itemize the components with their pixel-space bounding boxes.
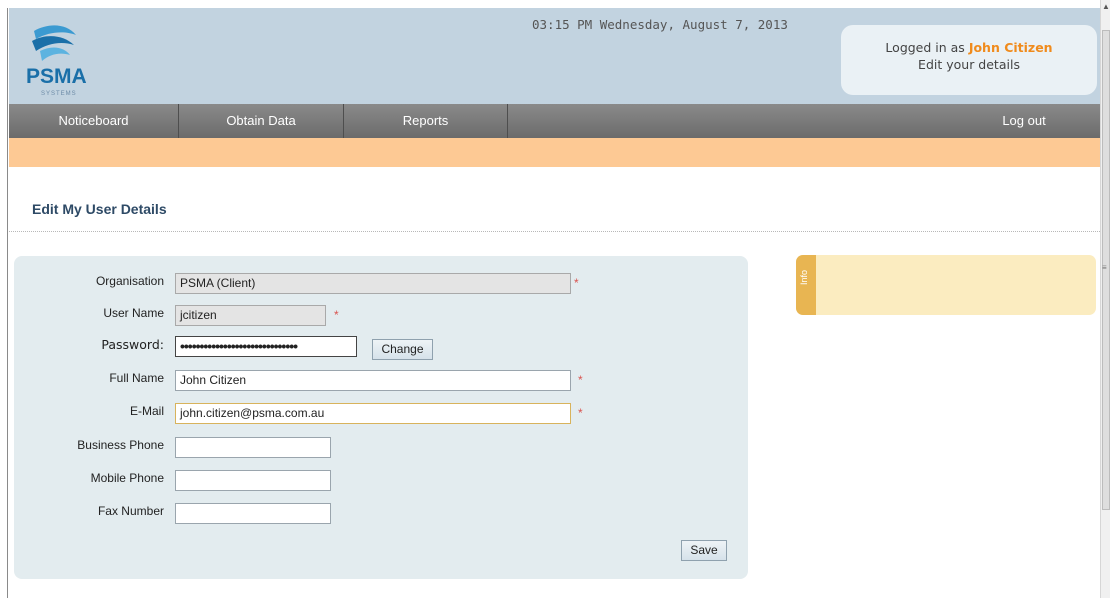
logged-in-username: John Citizen bbox=[968, 40, 1053, 55]
vertical-scrollbar[interactable]: ▲ ≡ bbox=[1100, 0, 1110, 598]
full-name-field[interactable]: John Citizen bbox=[175, 370, 571, 391]
organisation-required-marker: * bbox=[574, 276, 579, 290]
logo-subtext: SYSTEMS bbox=[41, 91, 77, 97]
info-tab: Info bbox=[796, 255, 816, 315]
info-tab-label: Info bbox=[799, 269, 809, 285]
user-name-required-marker: * bbox=[334, 308, 339, 322]
email-field[interactable]: john.citizen@psma.com.au bbox=[175, 403, 571, 424]
save-button[interactable]: Save bbox=[681, 540, 727, 561]
edit-your-details-link[interactable]: Edit your details bbox=[841, 56, 1097, 73]
fax-number-field[interactable] bbox=[175, 503, 331, 524]
nav-item-noticeboard[interactable]: Noticeboard bbox=[9, 104, 179, 138]
business-phone-field[interactable] bbox=[175, 437, 331, 458]
current-datetime: 03:15 PM Wednesday, August 7, 2013 bbox=[532, 17, 788, 32]
scroll-up-arrow-icon[interactable]: ▲ bbox=[1102, 2, 1110, 12]
page-header: PSMA SYSTEMS 03:15 PM Wednesday, August … bbox=[9, 8, 1100, 104]
password-field[interactable]: •••••••••••••••••••••••••••••• bbox=[175, 336, 357, 357]
change-password-button[interactable]: Change bbox=[372, 339, 433, 360]
email-label: E-Mail bbox=[129, 404, 164, 418]
nav-item-obtain-data[interactable]: Obtain Data bbox=[179, 104, 344, 138]
nav-item-reports[interactable]: Reports bbox=[344, 104, 508, 138]
psma-logo[interactable]: PSMA SYSTEMS bbox=[24, 21, 104, 101]
user-details-form: Organisation PSMA (Client) * User Name j… bbox=[14, 256, 748, 579]
full-name-label: Full Name bbox=[109, 371, 164, 385]
full-name-required-marker: * bbox=[578, 373, 583, 387]
scrollbar-grip-icon: ≡ bbox=[1102, 263, 1107, 272]
window-frame-left bbox=[0, 8, 8, 598]
title-divider bbox=[9, 231, 1100, 232]
email-required-marker: * bbox=[578, 406, 583, 420]
psma-logo-icon bbox=[32, 25, 76, 61]
user-info-box: Logged in as John Citizen Edit your deta… bbox=[841, 25, 1097, 95]
business-phone-label: Business Phone bbox=[77, 438, 164, 452]
fax-number-label: Fax Number bbox=[97, 504, 164, 518]
page-title: Edit My User Details bbox=[32, 201, 167, 217]
mobile-phone-field[interactable] bbox=[175, 470, 331, 491]
logout-link[interactable]: Log out bbox=[969, 104, 1079, 138]
logged-in-line: Logged in as John Citizen bbox=[841, 39, 1097, 56]
window-frame-top bbox=[0, 0, 1110, 8]
logged-in-prefix: Logged in as bbox=[885, 40, 965, 55]
user-name-label: User Name bbox=[103, 306, 164, 320]
organisation-label: Organisation bbox=[95, 274, 164, 288]
password-label: Password: bbox=[101, 337, 164, 352]
logo-text: PSMA bbox=[26, 65, 87, 88]
notification-bar bbox=[9, 138, 1100, 167]
main-nav: Noticeboard Obtain Data Reports Log out bbox=[9, 104, 1100, 138]
info-panel: Info bbox=[796, 255, 1096, 315]
mobile-phone-label: Mobile Phone bbox=[90, 471, 164, 485]
user-name-field: jcitizen bbox=[175, 305, 326, 326]
organisation-field: PSMA (Client) bbox=[175, 273, 571, 294]
